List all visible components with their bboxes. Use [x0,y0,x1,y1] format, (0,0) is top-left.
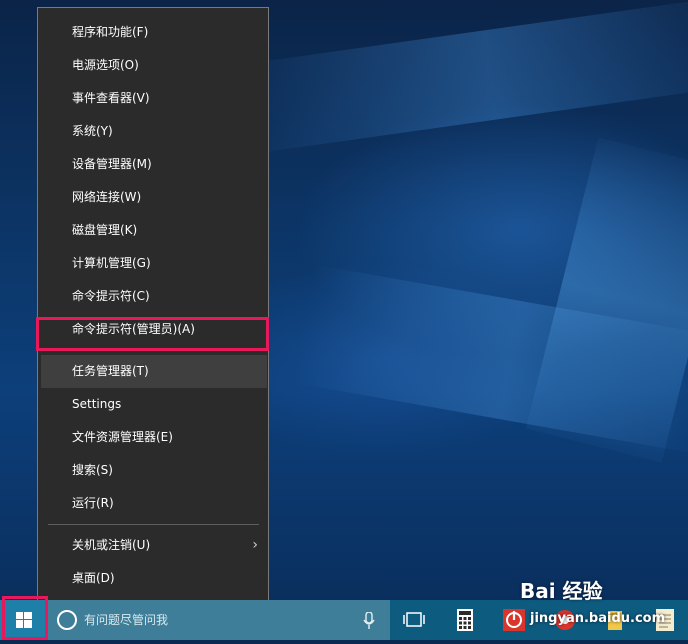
power-app-icon[interactable] [494,600,534,640]
menu-item-disk-management[interactable]: 磁盘管理(K) [38,214,268,247]
chevron-right-icon: › [252,537,258,553]
highlight-box-start-button [2,596,48,640]
menu-item-desktop[interactable]: 桌面(D) [38,562,268,595]
menu-item-system[interactable]: 系统(Y) [38,115,268,148]
menu-item-shutdown-label: 关机或注销(U) [72,538,151,552]
menu-item-programs-features[interactable]: 程序和功能(F) [38,16,268,49]
calculator-icon[interactable] [445,600,485,640]
menu-item-network-connections[interactable]: 网络连接(W) [38,181,268,214]
watermark-url: jingyan.baidu.com [530,611,666,626]
search-placeholder: 有问题尽管问我 [84,613,169,627]
menu-item-power-options[interactable]: 电源选项(O) [38,49,268,82]
baidu-jingyan-logo: Bai 经验 [520,579,603,603]
task-view-icon[interactable] [394,600,434,640]
menu-item-file-explorer[interactable]: 文件资源管理器(E) [38,421,268,454]
menu-item-computer-management[interactable]: 计算机管理(G) [38,247,268,280]
winx-context-menu: 程序和功能(F) 电源选项(O) 事件查看器(V) 系统(Y) 设备管理器(M)… [37,7,269,602]
menu-item-search[interactable]: 搜索(S) [38,454,268,487]
microphone-icon[interactable] [363,612,375,630]
menu-item-settings[interactable]: Settings [38,388,268,421]
menu-item-shutdown-signout[interactable]: 关机或注销(U) › [38,529,268,562]
menu-item-command-prompt[interactable]: 命令提示符(C) [38,280,268,313]
cortana-search-box[interactable]: 有问题尽管问我 [48,600,390,640]
cortana-circle-icon [57,610,77,630]
menu-item-device-manager[interactable]: 设备管理器(M) [38,148,268,181]
highlight-box-command-prompt-admin [36,317,269,351]
menu-item-task-manager[interactable]: 任务管理器(T) [41,355,267,388]
menu-item-run[interactable]: 运行(R) [38,487,268,520]
menu-item-event-viewer[interactable]: 事件查看器(V) [38,82,268,115]
menu-separator [48,524,259,525]
